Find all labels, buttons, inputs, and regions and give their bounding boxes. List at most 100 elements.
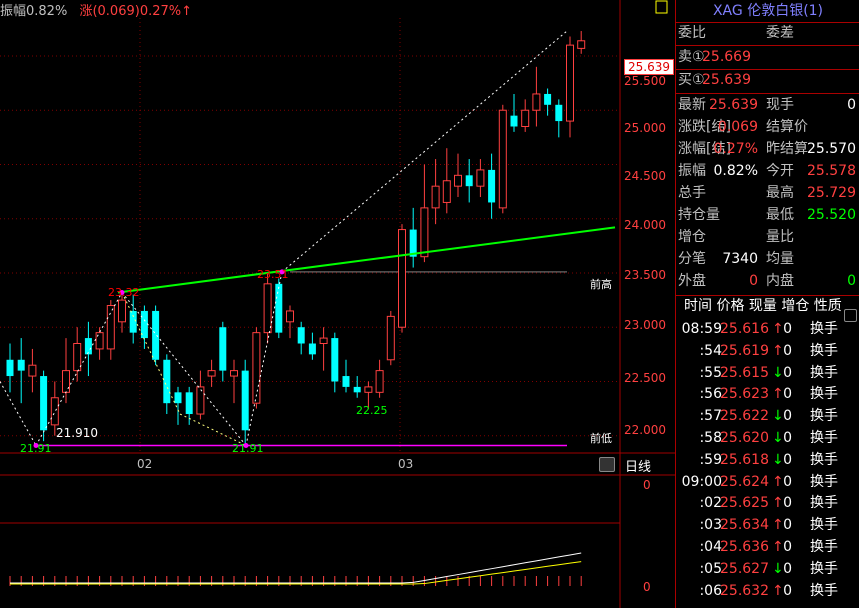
trade-row: :55 25.615 ↓ 0 换手 xyxy=(676,362,859,384)
zigzag-line xyxy=(0,381,37,446)
candle-body xyxy=(577,40,586,49)
change-text: 涨(0.069)0.27%↑ xyxy=(79,4,193,19)
y-tick: 23.000 xyxy=(624,318,666,332)
trade-time: :58 xyxy=(699,430,722,446)
prev-low-label: 前低 xyxy=(590,432,612,445)
candle-body xyxy=(498,109,507,209)
candle-body xyxy=(95,332,104,350)
trade-time: :55 xyxy=(699,364,722,381)
indicator-line xyxy=(10,561,582,585)
y-tick: 23.500 xyxy=(624,268,666,282)
candle-body xyxy=(263,283,272,334)
stat-label: 总手 xyxy=(678,185,706,201)
trade-nature: 换手 xyxy=(810,451,838,468)
trade-price: 25.636 xyxy=(720,539,769,555)
trade-volume: 0 xyxy=(783,582,792,599)
order-ratio-row: 委比 委差 xyxy=(676,23,859,44)
candle-body xyxy=(275,283,283,333)
trade-price: 25.619 xyxy=(720,342,769,359)
y-tick: 22.500 xyxy=(624,371,666,385)
high-point-label: 23.32 xyxy=(108,286,140,299)
trade-time: 08:59 xyxy=(681,321,722,337)
trade-volume: 0 xyxy=(783,342,792,359)
stat-label: 均量 xyxy=(766,251,794,267)
stat-row: 涨跌[结] 0.069 结算价 xyxy=(676,117,859,138)
candle-body xyxy=(241,370,249,431)
quote-panel: XAG 伦敦白银(1) 委比 委差 卖① 25.669 买① 25.639 最新… xyxy=(675,0,859,608)
x-axis-label: 03 xyxy=(398,457,414,471)
candle-body xyxy=(28,364,37,377)
trade-price: 25.625 xyxy=(720,495,769,512)
trade-nature: 换手 xyxy=(810,321,838,337)
candle-body xyxy=(353,386,361,393)
period-toggle-button[interactable] xyxy=(599,457,615,472)
trade-nature: 换手 xyxy=(810,560,838,577)
candle-body xyxy=(532,93,541,111)
stat-value: 0.27% xyxy=(713,141,758,157)
trade-row: :58 25.620 ↓ 0 换手 xyxy=(676,427,859,449)
trade-price: 25.624 xyxy=(720,473,769,490)
low-point-label: 22.25 xyxy=(356,404,388,417)
high-point-label: 23.51 xyxy=(257,268,289,281)
trade-time: :59 xyxy=(699,451,722,468)
candle-body xyxy=(342,376,350,387)
candle-body xyxy=(555,104,563,122)
candle-body xyxy=(442,180,451,203)
trade-price: 25.618 xyxy=(720,451,769,468)
stat-value: 0 xyxy=(847,97,856,113)
chart-canvas xyxy=(0,0,675,608)
candle-body xyxy=(163,359,171,404)
weibi-label: 委比 xyxy=(678,25,706,41)
trade-time: :05 xyxy=(699,560,722,577)
candle-body xyxy=(431,185,440,209)
stat-label: 增仓 xyxy=(678,229,706,245)
candle-body xyxy=(196,386,205,415)
trade-time: 09:00 xyxy=(681,473,722,490)
stat-value: 0 xyxy=(749,273,758,289)
trade-volume: 0 xyxy=(783,386,792,403)
candle-body xyxy=(17,359,25,371)
trade-volume: 0 xyxy=(783,473,792,490)
candle-body xyxy=(40,376,48,431)
candle-body xyxy=(331,338,339,382)
trade-price: 25.620 xyxy=(720,430,769,446)
y-tick: 24.000 xyxy=(624,218,666,232)
candle-body xyxy=(286,310,294,323)
trade-nature: 换手 xyxy=(810,495,838,512)
trade-time: :54 xyxy=(699,342,722,359)
trade-row: :03 25.634 ↑ 0 换手 xyxy=(676,514,859,536)
candle-body xyxy=(106,305,115,350)
trade-nature: 换手 xyxy=(810,430,838,446)
trade-row: 08:59 25.616 ↑ 0 换手 xyxy=(676,318,859,340)
candle-body xyxy=(375,370,384,393)
period-label[interactable]: 日线 xyxy=(625,456,651,475)
low-point-label: 21.91 xyxy=(232,442,264,455)
zigzag-line xyxy=(121,292,181,415)
candle-body xyxy=(118,299,126,323)
candle-body xyxy=(62,370,70,393)
candle-body xyxy=(252,332,261,404)
trade-price: 25.627 xyxy=(720,560,769,577)
trade-price: 25.615 xyxy=(720,364,769,381)
candle-body xyxy=(219,327,227,371)
stat-value: 0.82% xyxy=(713,163,758,179)
stat-row: 分笔 7340 均量 xyxy=(676,249,859,270)
candle-body xyxy=(230,370,238,377)
sell-row: 卖① 25.669 xyxy=(676,47,859,68)
candle-body xyxy=(73,343,82,372)
weicha-label: 委差 xyxy=(766,25,794,41)
candle-body xyxy=(398,229,406,328)
candle-body xyxy=(420,207,429,258)
candle-body xyxy=(308,343,316,355)
candle-body xyxy=(152,310,160,360)
trade-row: :56 25.623 ↑ 0 换手 xyxy=(676,383,859,405)
candle-body xyxy=(386,315,395,361)
trade-nature: 换手 xyxy=(810,408,838,425)
stat-row: 总手 最高 25.729 xyxy=(676,183,859,204)
candle-body xyxy=(207,370,216,377)
stat-row: 涨幅[结] 0.27% 昨结算 25.570 xyxy=(676,139,859,160)
scroll-up-button[interactable] xyxy=(844,309,857,322)
candle-body xyxy=(510,115,518,127)
stat-row: 持仓量 最低 25.520 xyxy=(676,205,859,226)
kline-chart[interactable]: 振幅0.82% 涨(0.069)0.27%↑ xyxy=(0,0,675,608)
